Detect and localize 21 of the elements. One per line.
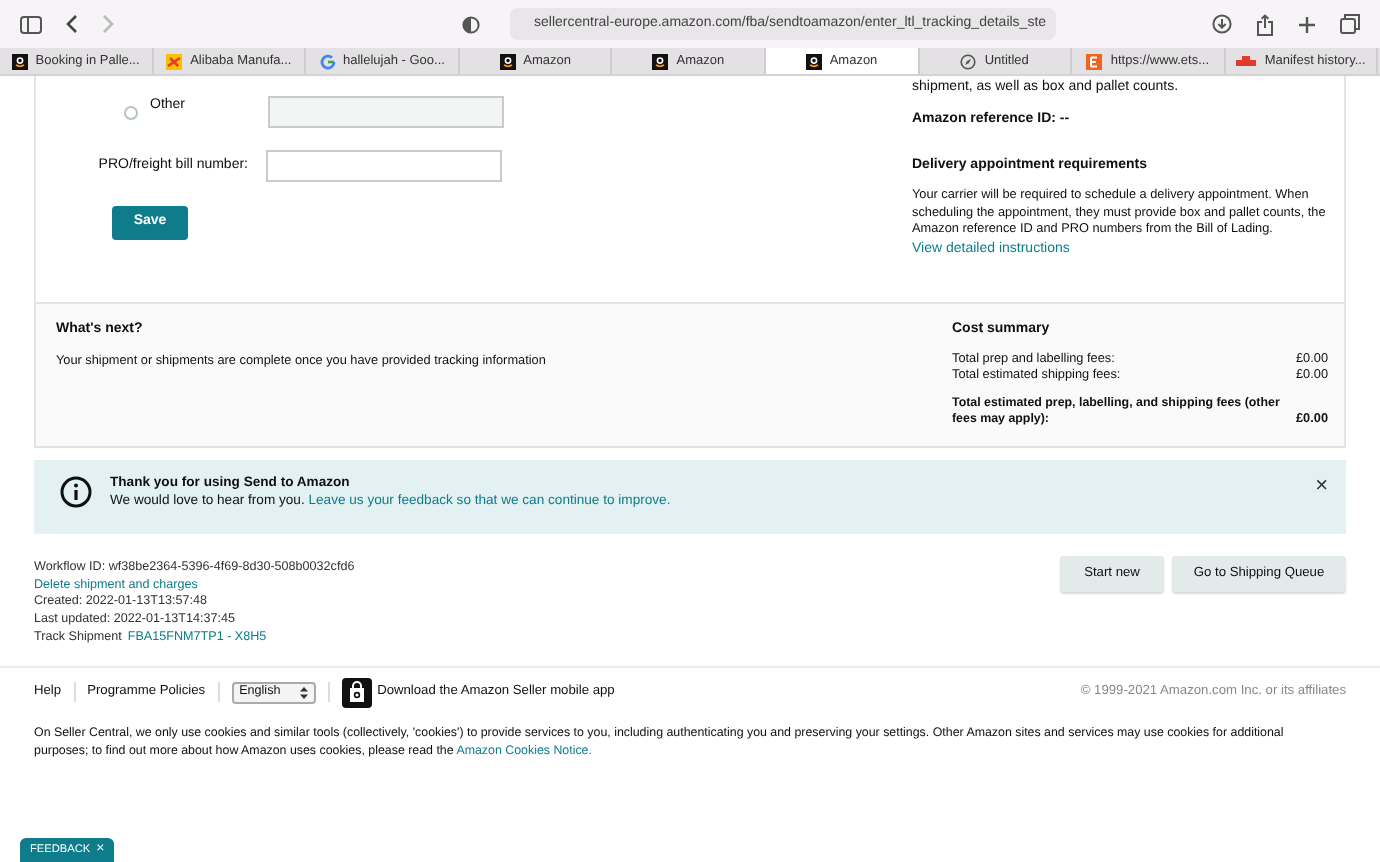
favicon-icon bbox=[960, 53, 977, 69]
input-field[interactable] bbox=[266, 150, 502, 182]
favicon-icon bbox=[166, 53, 183, 69]
info-icon bbox=[60, 476, 92, 508]
back-icon[interactable] bbox=[66, 14, 78, 34]
close-button[interactable]: × bbox=[1315, 476, 1328, 496]
tab-overview-icon[interactable] bbox=[1340, 14, 1360, 34]
shopping-bag-icon bbox=[341, 677, 372, 707]
share-icon[interactable] bbox=[1256, 13, 1274, 35]
favicon-icon bbox=[499, 53, 516, 69]
favicon-icon bbox=[11, 53, 28, 69]
sidebar-icon[interactable] bbox=[20, 15, 42, 33]
radio-button[interactable] bbox=[124, 105, 138, 119]
favicon-icon bbox=[319, 53, 335, 69]
favicon-icon bbox=[1086, 53, 1103, 69]
new-tab-icon[interactable] bbox=[1298, 15, 1316, 33]
download-icon[interactable] bbox=[1212, 14, 1232, 34]
stepper-icon bbox=[299, 685, 308, 699]
favicon-icon bbox=[1236, 53, 1257, 69]
favicon-icon bbox=[805, 53, 822, 69]
favicon-icon bbox=[652, 53, 669, 69]
